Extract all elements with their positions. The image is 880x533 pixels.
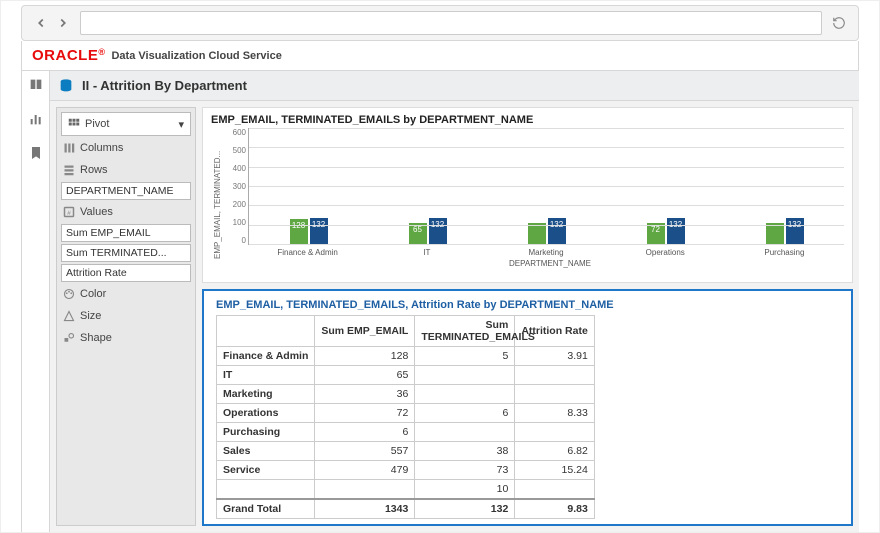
chart-card: EMP_EMAIL, TERMINATED_EMAILS by DEPARTME… xyxy=(202,107,853,283)
rows-label: Rows xyxy=(80,164,108,176)
size-icon xyxy=(63,310,75,322)
bar-emp[interactable] xyxy=(528,223,546,244)
values-section[interactable]: # Values xyxy=(61,202,191,222)
palette-icon xyxy=(63,288,75,300)
chevron-down-icon: ▾ xyxy=(178,118,184,131)
bar-emp[interactable]: 72 xyxy=(647,223,665,244)
left-rail xyxy=(22,71,50,532)
x-axis-label: DEPARTMENT_NAME xyxy=(224,259,844,268)
columns-label: Columns xyxy=(80,142,123,154)
bar-emp[interactable] xyxy=(766,223,784,244)
bar-emp[interactable]: 128 xyxy=(290,219,308,244)
table-header xyxy=(217,316,315,347)
values-icon: # xyxy=(63,206,75,218)
viz-type-selector[interactable]: Pivot ▾ xyxy=(61,112,191,136)
x-label: Operations xyxy=(606,245,725,257)
table-header: Sum EMP_EMAIL xyxy=(315,316,415,347)
url-input[interactable] xyxy=(80,11,822,35)
shape-icon xyxy=(63,332,75,344)
pivot-header-row: Sum EMP_EMAILSum TERMINATED_EMAILSAttrit… xyxy=(217,316,595,347)
bookmark-icon[interactable] xyxy=(28,145,44,161)
table-row[interactable]: Marketing36 xyxy=(217,385,595,404)
rows-chip[interactable]: DEPARTMENT_NAME xyxy=(61,182,191,200)
color-label: Color xyxy=(80,288,106,300)
table-header: Sum TERMINATED_EMAILS xyxy=(415,316,515,347)
chart-grid: 1281326513213272132132 xyxy=(248,128,844,245)
table-row[interactable]: IT65 xyxy=(217,366,595,385)
product-name: Data Visualization Cloud Service xyxy=(111,50,281,62)
bar-term[interactable]: 132 xyxy=(548,218,566,244)
back-button[interactable] xyxy=(30,12,52,34)
table-row[interactable]: Operations7268.33 xyxy=(217,404,595,423)
shape-label: Shape xyxy=(80,332,112,344)
viz-type-label: Pivot xyxy=(85,118,109,130)
config-panel: Pivot ▾ Columns Rows DEPARTMENT_NAME xyxy=(56,107,196,526)
title-bar: II - Attrition By Department xyxy=(50,71,859,101)
bar-term[interactable]: 132 xyxy=(667,218,685,244)
size-section[interactable]: Size xyxy=(61,306,191,326)
pivot-icon xyxy=(68,118,80,130)
values-label: Values xyxy=(80,206,113,218)
shape-section[interactable]: Shape xyxy=(61,328,191,348)
browser-bar xyxy=(21,5,859,41)
app-header: ORACLE Data Visualization Cloud Service xyxy=(21,41,859,71)
columns-icon xyxy=(63,142,75,154)
values-chip-0[interactable]: Sum EMP_EMAIL xyxy=(61,224,191,242)
bar-chart-icon[interactable] xyxy=(28,111,44,127)
bar-term[interactable]: 132 xyxy=(786,218,804,244)
bar-term[interactable]: 132 xyxy=(429,218,447,244)
rows-section[interactable]: Rows xyxy=(61,160,191,180)
table-row[interactable]: Service4797315.24 xyxy=(217,461,595,480)
values-chip-2[interactable]: Attrition Rate xyxy=(61,264,191,282)
pivot-table-card: EMP_EMAIL, TERMINATED_EMAILS, Attrition … xyxy=(202,289,853,526)
book-icon[interactable] xyxy=(28,77,44,93)
y-axis-label: EMP_EMAIL, TERMINATED... xyxy=(211,128,224,268)
x-label: IT xyxy=(367,245,486,257)
reload-button[interactable] xyxy=(828,12,850,34)
forward-button[interactable] xyxy=(52,12,74,34)
table-row[interactable]: Sales557386.82 xyxy=(217,442,595,461)
pivot-title: EMP_EMAIL, TERMINATED_EMAILS, Attrition … xyxy=(216,299,839,311)
rows-icon xyxy=(63,164,75,176)
page-title: II - Attrition By Department xyxy=(82,78,247,93)
y-ticks: 6005004003002001000 xyxy=(224,128,248,245)
bar-emp[interactable]: 65 xyxy=(409,223,427,244)
table-total-row: Grand Total13431329.83 xyxy=(217,499,595,519)
color-section[interactable]: Color xyxy=(61,284,191,304)
chart-title: EMP_EMAIL, TERMINATED_EMAILS by DEPARTME… xyxy=(211,114,844,126)
x-labels: Finance & AdminITMarketingOperationsPurc… xyxy=(248,245,844,257)
table-row[interactable]: 10 xyxy=(217,480,595,500)
columns-section[interactable]: Columns xyxy=(61,138,191,158)
database-icon xyxy=(58,78,74,94)
table-row[interactable]: Purchasing6 xyxy=(217,423,595,442)
values-chip-1[interactable]: Sum TERMINATED... xyxy=(61,244,191,262)
bar-term[interactable]: 132 xyxy=(310,218,328,244)
x-label: Finance & Admin xyxy=(248,245,367,257)
table-row[interactable]: Finance & Admin12853.91 xyxy=(217,347,595,366)
size-label: Size xyxy=(80,310,101,322)
svg-text:#: # xyxy=(67,210,71,217)
x-label: Marketing xyxy=(486,245,605,257)
pivot-table: Sum EMP_EMAILSum TERMINATED_EMAILSAttrit… xyxy=(216,315,595,519)
x-label: Purchasing xyxy=(725,245,844,257)
oracle-logo: ORACLE xyxy=(32,47,105,64)
